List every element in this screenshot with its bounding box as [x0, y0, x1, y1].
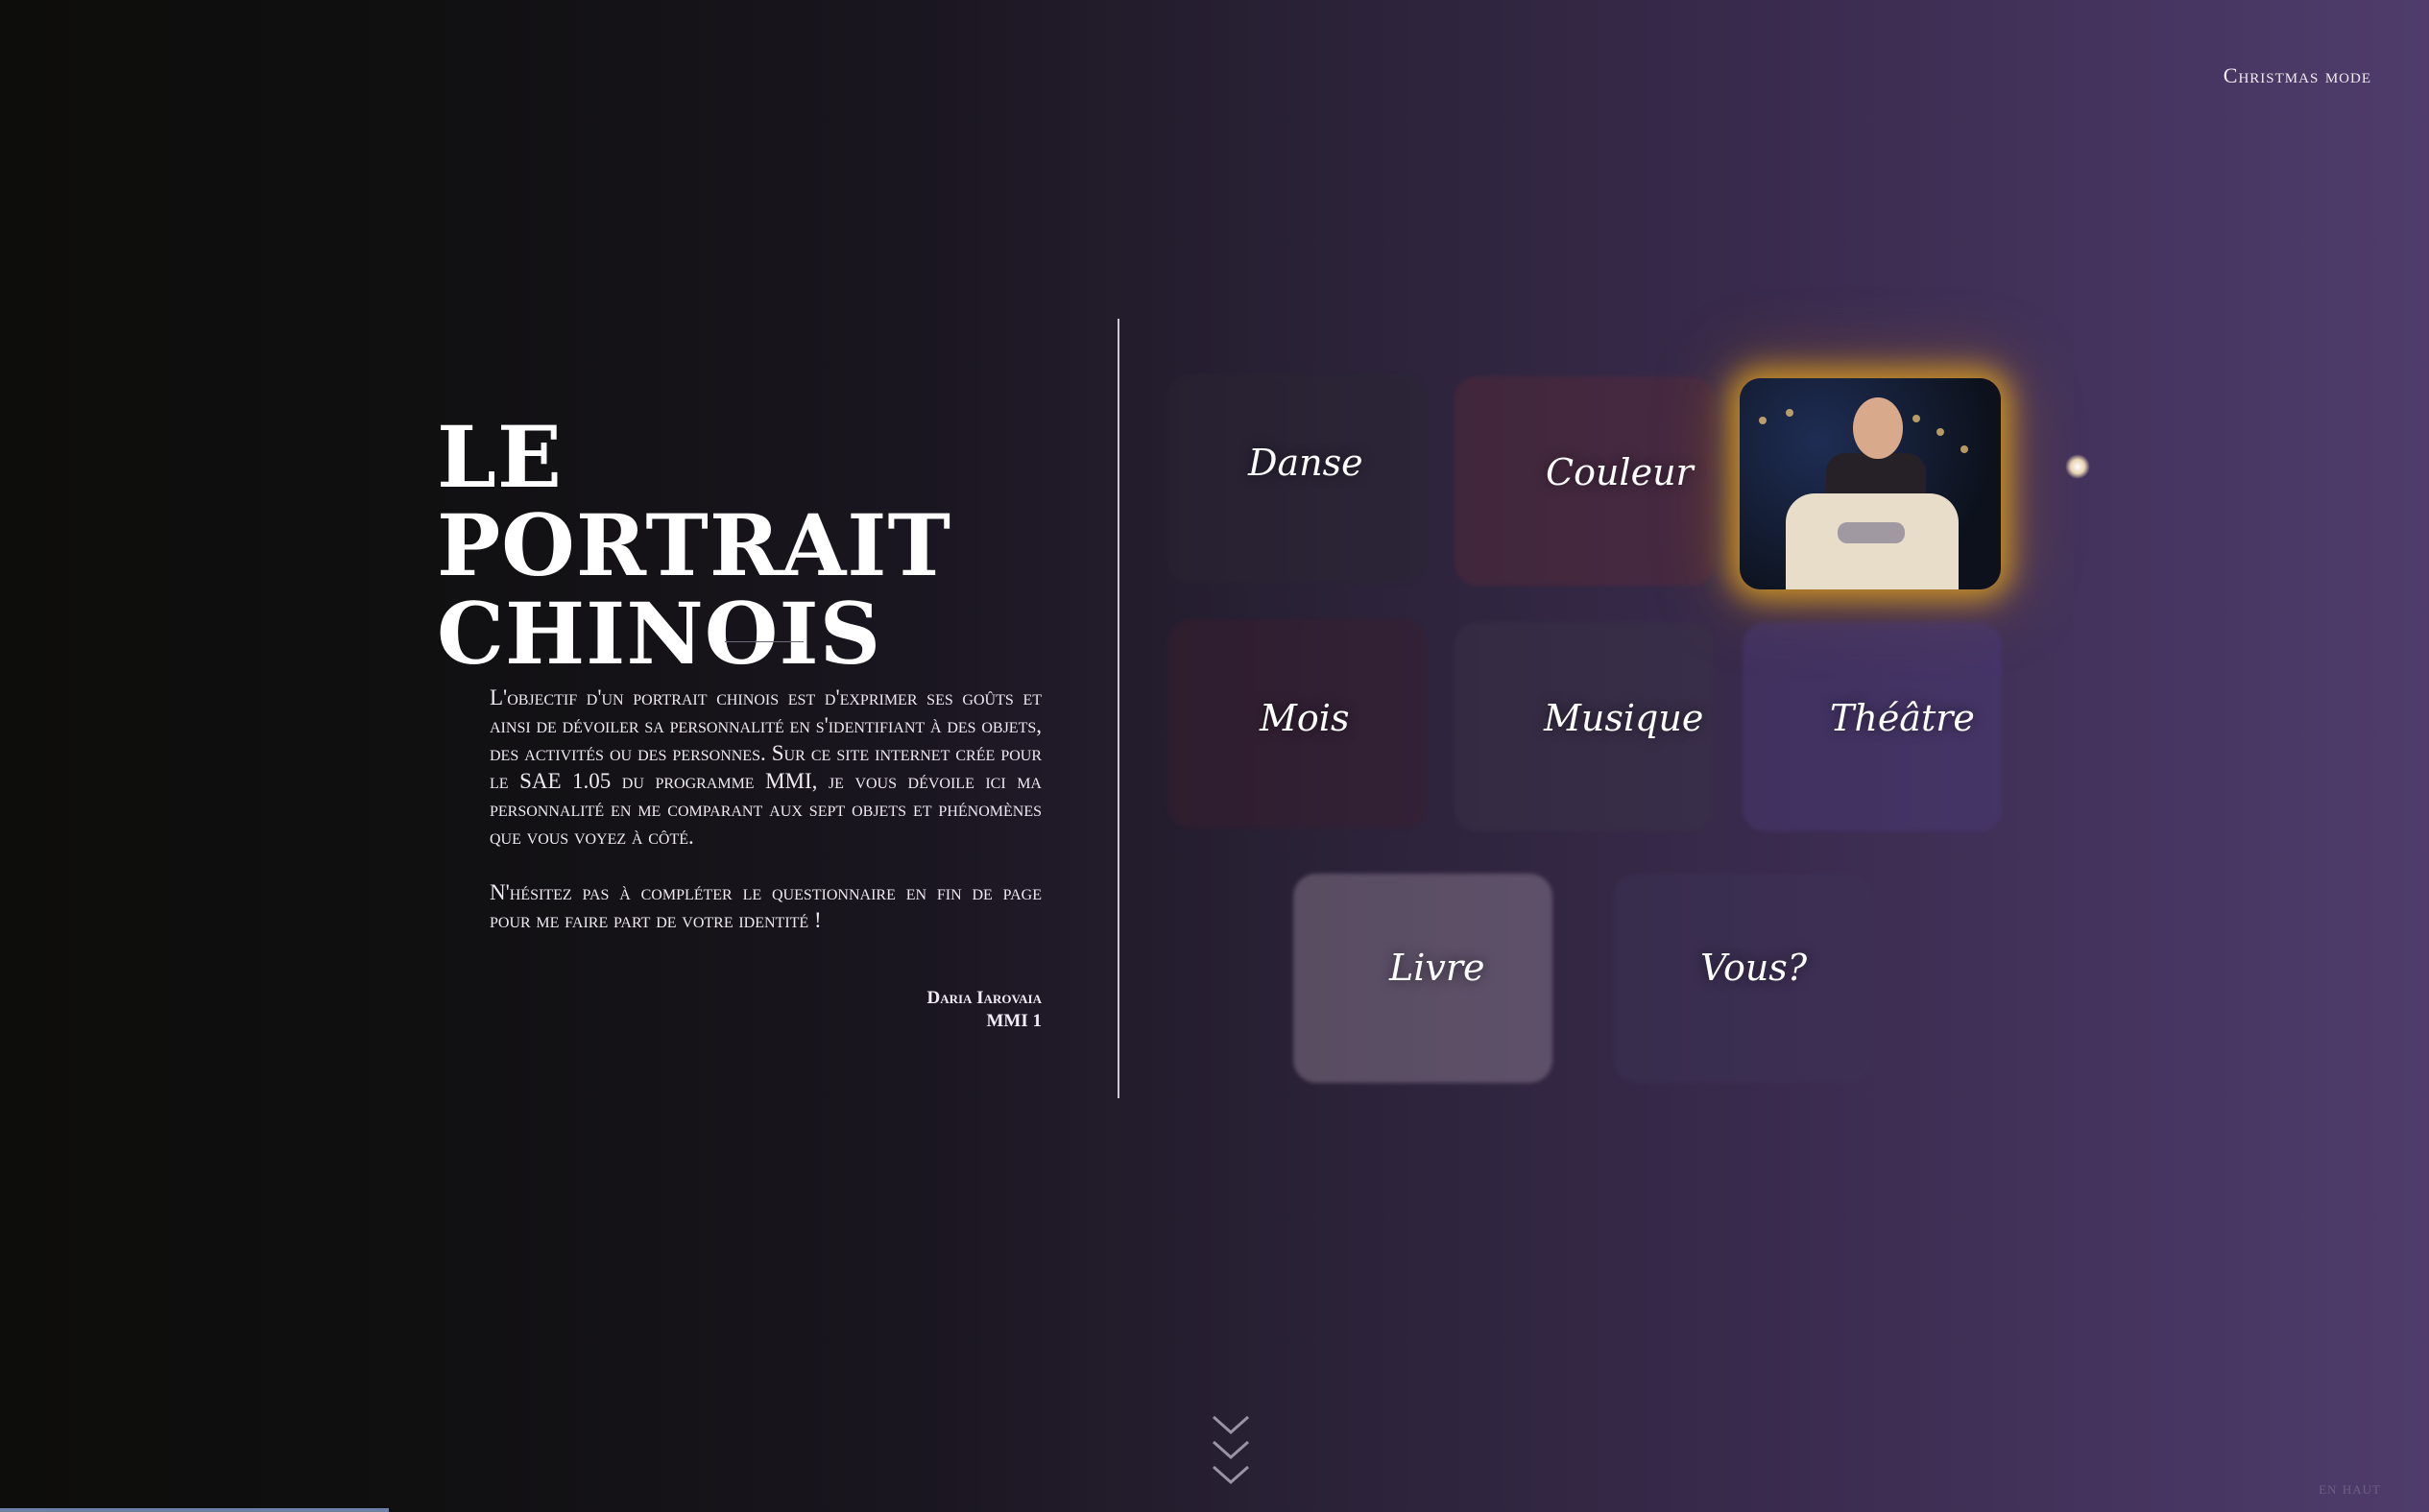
tile-theatre-label[interactable]: Théâtre [1830, 697, 1975, 739]
intro-paragraph-2: N'hésitez pas à compléter le questionnai… [490, 880, 1042, 932]
page-title: LE PORTRAIT CHINOIS [437, 407, 951, 684]
christmas-mode-toggle[interactable]: Christmas mode [2224, 63, 2371, 88]
tile-musique-label[interactable]: Musique [1544, 697, 1703, 739]
signature: Daria Iarovaia MMI 1 [797, 987, 1042, 1033]
bokeh-light [1759, 417, 1767, 424]
bokeh-light [1786, 409, 1793, 417]
title-divider [725, 641, 804, 642]
tile-danse-label[interactable]: Danse [1248, 442, 1363, 484]
back-to-top-link[interactable]: en haut [2319, 1478, 2381, 1499]
intro-description: L'objectif d'un portrait chinois est d'e… [490, 684, 1042, 962]
cursor-glow [2065, 454, 2090, 479]
tile-livre-label[interactable]: Livre [1389, 947, 1485, 989]
intro-paragraph-1: L'objectif d'un portrait chinois est d'e… [490, 685, 1042, 849]
shirt-print [1838, 522, 1905, 543]
scroll-down-chevrons-icon[interactable] [1210, 1411, 1252, 1488]
scroll-progress-bar [0, 1508, 389, 1512]
person-head [1853, 397, 1903, 459]
tile-active-image[interactable] [1740, 378, 2001, 589]
tile-couleur-label[interactable]: Couleur [1546, 451, 1694, 493]
tile-mois-label[interactable]: Mois [1260, 697, 1349, 739]
signature-name: Daria Iarovaia [926, 988, 1042, 1008]
vertical-divider [1118, 319, 1119, 1098]
signature-class: MMI 1 [986, 1011, 1042, 1031]
intro-section: LE PORTRAIT CHINOIS [437, 413, 1099, 678]
bokeh-light [1936, 428, 1944, 436]
bokeh-light [1960, 445, 1968, 453]
tile-vous-label[interactable]: Vous? [1700, 947, 1807, 989]
bokeh-light [1912, 415, 1920, 422]
